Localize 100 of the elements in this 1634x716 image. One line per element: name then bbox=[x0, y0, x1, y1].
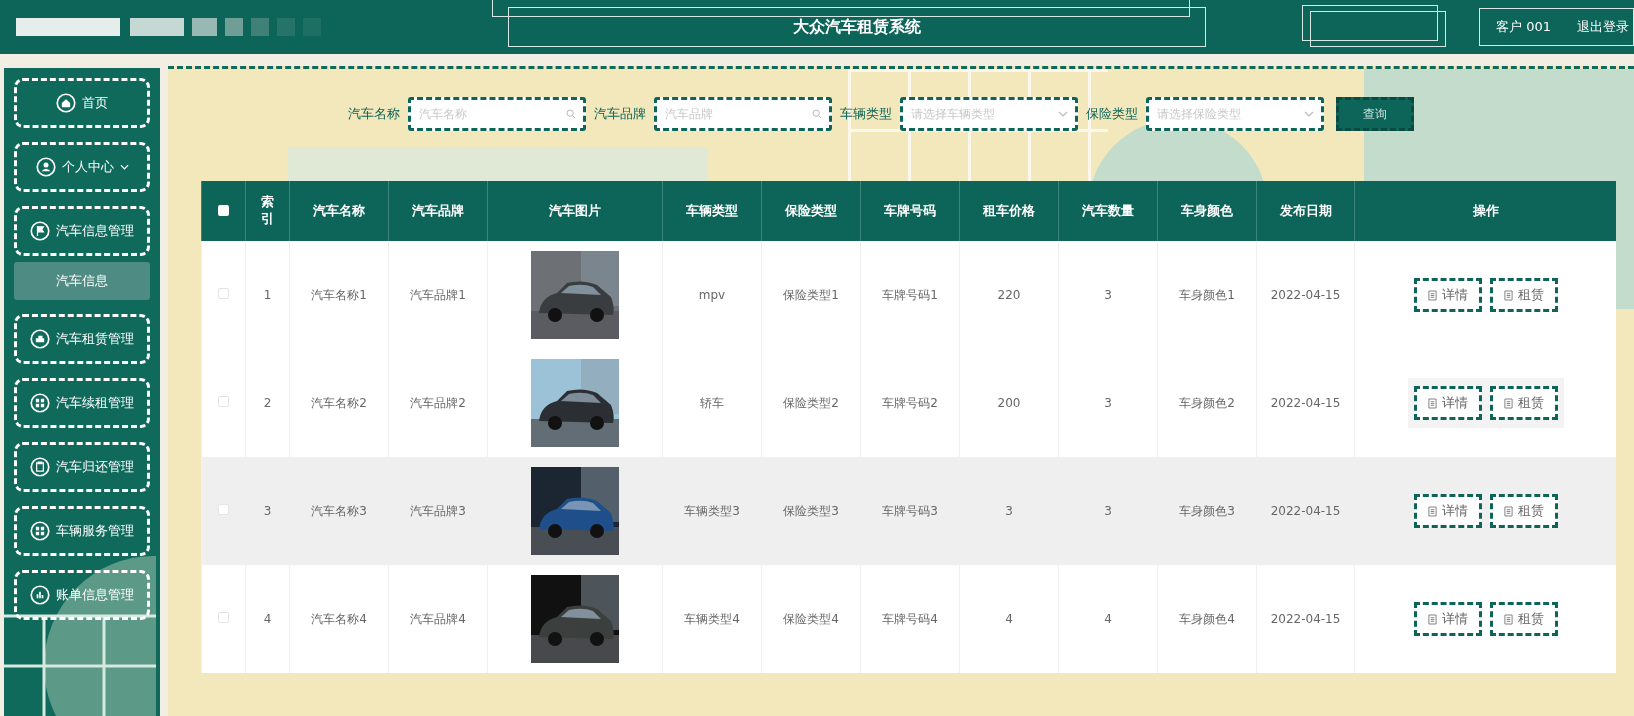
menu-item[interactable]: 汽车租赁管理 bbox=[14, 314, 150, 364]
field-label: 汽车品牌 bbox=[594, 105, 646, 123]
table-cell: 保险类型3 bbox=[783, 503, 839, 518]
action-button[interactable]: 租赁 bbox=[1489, 386, 1558, 420]
logout-link[interactable]: 退出登录 bbox=[1577, 18, 1629, 36]
menu-item[interactable]: 汽车续租管理 bbox=[14, 378, 150, 428]
action-button[interactable]: 详情 bbox=[1413, 494, 1482, 528]
table-cell: 220 bbox=[997, 288, 1021, 302]
header-decoration bbox=[225, 18, 243, 36]
document-icon bbox=[1503, 289, 1513, 301]
table-cell: 汽车品牌2 bbox=[410, 395, 466, 410]
table-cell: 车身颜色1 bbox=[1179, 287, 1235, 302]
menu-icon bbox=[56, 93, 76, 113]
action-button[interactable]: 租赁 bbox=[1489, 602, 1558, 636]
chevron-down-icon bbox=[1058, 109, 1068, 119]
row-checkbox[interactable] bbox=[218, 288, 229, 299]
table-row[interactable]: 1 汽车名称1 汽车品牌1 mpv 保险类型1 车牌号码1 220 3 车身颜色1 2022-04-15 详情 租赁 bbox=[201, 241, 1616, 349]
window-title: 大众汽车租赁系统 bbox=[508, 7, 1206, 47]
menu-item[interactable]: 汽车归还管理 bbox=[14, 442, 150, 492]
action-button[interactable]: 详情 bbox=[1413, 602, 1482, 636]
menu-icon bbox=[30, 393, 50, 413]
field-label: 车辆类型 bbox=[840, 105, 892, 123]
table-cell: 汽车品牌1 bbox=[410, 287, 466, 302]
document-icon bbox=[1427, 289, 1437, 301]
column-header: 车辆类型 bbox=[686, 203, 738, 218]
menu-icon bbox=[30, 585, 50, 605]
column-header: 车身颜色 bbox=[1181, 203, 1233, 218]
search-icon bbox=[566, 109, 576, 119]
table-cell: 2 bbox=[263, 396, 272, 410]
action-button[interactable]: 详情 bbox=[1413, 278, 1482, 312]
table-cell: 汽车名称4 bbox=[311, 611, 367, 626]
menu-icon bbox=[30, 329, 50, 349]
table-cell: 汽车名称3 bbox=[311, 503, 367, 518]
table-cell: 汽车名称1 bbox=[311, 287, 367, 302]
column-header: 保险类型 bbox=[785, 203, 837, 218]
menu-item[interactable]: 车辆服务管理 bbox=[14, 506, 150, 556]
table-cell: 轿车 bbox=[700, 395, 724, 410]
field-label: 汽车名称 bbox=[348, 105, 400, 123]
submenu-item[interactable]: 汽车信息 bbox=[14, 262, 150, 300]
document-icon bbox=[1427, 613, 1437, 625]
action-button[interactable]: 租赁 bbox=[1489, 494, 1558, 528]
row-checkbox[interactable] bbox=[218, 396, 229, 407]
document-icon bbox=[1503, 613, 1513, 625]
row-checkbox[interactable] bbox=[218, 504, 229, 515]
table-cell: 200 bbox=[997, 396, 1021, 410]
search-icon bbox=[812, 109, 822, 119]
column-header: 汽车图片 bbox=[549, 203, 601, 218]
table-cell: 2022-04-15 bbox=[1270, 396, 1341, 410]
action-button[interactable]: 租赁 bbox=[1489, 278, 1558, 312]
table-cell: 3 bbox=[1104, 288, 1112, 302]
table-cell: 4 bbox=[1005, 612, 1013, 626]
table-cell: 车身颜色3 bbox=[1179, 503, 1235, 518]
table-row[interactable]: 4 汽车名称4 汽车品牌4 车辆类型4 保险类型4 车牌号码4 4 4 车身颜色4 2022-04-15 详情 租赁 bbox=[201, 565, 1616, 673]
menu-item[interactable]: 首页 bbox=[14, 78, 150, 128]
table-row[interactable]: 2 汽车名称2 汽车品牌2 轿车 保险类型2 车牌号码2 200 3 车身颜色2 2022-04-15 详情 租赁 bbox=[201, 349, 1616, 457]
menu-item[interactable]: 账单信息管理 bbox=[14, 570, 150, 620]
column-header: 汽车名称 bbox=[313, 203, 365, 218]
table-cell: 车身颜色2 bbox=[1179, 395, 1235, 410]
table-cell: 2022-04-15 bbox=[1270, 612, 1341, 626]
table-cell: 保险类型2 bbox=[783, 395, 839, 410]
table-cell: 4 bbox=[1104, 612, 1112, 626]
table-cell: 车辆类型4 bbox=[684, 611, 740, 626]
table-cell: 1 bbox=[263, 288, 272, 302]
menu-item[interactable]: 汽车信息管理 bbox=[14, 206, 150, 256]
table-cell: mpv bbox=[698, 288, 726, 302]
search-button[interactable]: 查询 bbox=[1336, 97, 1414, 131]
document-icon bbox=[1427, 505, 1437, 517]
menu-icon bbox=[30, 457, 50, 477]
table-cell: 3 bbox=[1005, 504, 1013, 518]
menu-icon bbox=[35, 157, 56, 177]
table-cell: 汽车品牌3 bbox=[410, 503, 466, 518]
column-header: 车牌号码 bbox=[884, 203, 936, 218]
column-header: 索引 bbox=[261, 194, 274, 228]
document-icon bbox=[1427, 397, 1437, 409]
field-label: 保险类型 bbox=[1086, 105, 1138, 123]
select-all-checkbox[interactable] bbox=[218, 204, 229, 216]
document-icon bbox=[1503, 505, 1513, 517]
table-cell: 车牌号码2 bbox=[882, 395, 938, 410]
row-checkbox[interactable] bbox=[218, 612, 229, 623]
menu-icon bbox=[30, 521, 50, 541]
table-cell: 汽车名称2 bbox=[311, 395, 367, 410]
column-header: 租车价格 bbox=[983, 203, 1035, 218]
table-cell: 2022-04-15 bbox=[1270, 504, 1341, 518]
menu-icon bbox=[30, 221, 50, 241]
table-cell: 保险类型4 bbox=[783, 611, 839, 626]
column-header: 汽车数量 bbox=[1082, 203, 1134, 218]
column-header: 发布日期 bbox=[1279, 203, 1332, 218]
table-cell: 2022-04-15 bbox=[1270, 288, 1341, 302]
table-cell: 3 bbox=[263, 504, 272, 518]
user-label: 客户 001 bbox=[1496, 18, 1551, 36]
action-button[interactable]: 详情 bbox=[1413, 386, 1482, 420]
menu-item[interactable]: 个人中心 bbox=[14, 142, 150, 192]
header-decoration bbox=[192, 18, 217, 36]
table-cell: 3 bbox=[1104, 504, 1112, 518]
chevron-down-icon bbox=[119, 164, 129, 170]
table-cell: 车牌号码1 bbox=[882, 287, 938, 302]
table-row[interactable]: 3 汽车名称3 汽车品牌3 车辆类型3 保险类型3 车牌号码3 3 3 车身颜色3 2022-04-15 详情 租赁 bbox=[201, 457, 1616, 565]
header-decoration bbox=[277, 18, 295, 36]
chevron-down-icon bbox=[1304, 109, 1314, 119]
table-cell: 车辆类型3 bbox=[684, 503, 740, 518]
